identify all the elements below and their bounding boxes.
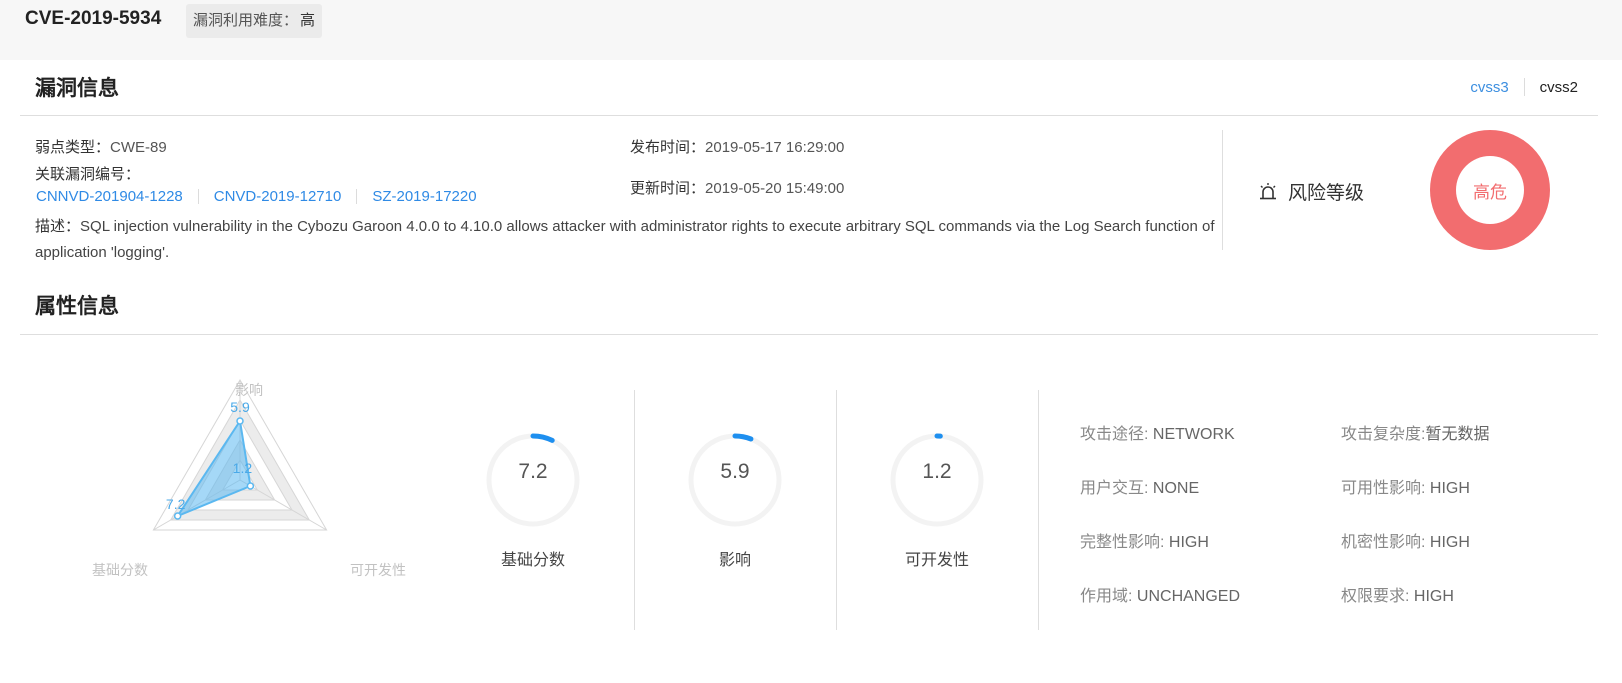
attr-availability-impact: 可用性影响: HIGH	[1341, 474, 1470, 498]
radar-svg: 5.9 7.2 1.2	[152, 378, 328, 531]
alarm-icon	[1260, 182, 1276, 199]
published-label: 发布时间：	[630, 139, 706, 156]
tab-divider	[1523, 78, 1525, 96]
gauge-progress-arc	[732, 433, 754, 442]
attr-label: 作用域:	[1080, 588, 1137, 605]
gauge-divider	[634, 390, 635, 630]
attr-value: 暂无数据	[1425, 426, 1490, 443]
attr-attack-vector: 攻击途径: NETWORK	[1080, 420, 1235, 444]
attr-attack-complexity: 攻击复杂度:暂无数据	[1341, 420, 1489, 444]
gauge-base-score: 7.2 基础分数	[468, 430, 598, 570]
radar-point	[236, 417, 244, 425]
radar-chart: 5.9 7.2 1.2 影响 基础分数 可开发性	[80, 370, 420, 595]
description-text: SQL injection vulnerability in the Cyboz…	[35, 218, 1215, 261]
related-id-link[interactable]: CNVD-2019-12710	[214, 188, 342, 205]
gauge-value: 7.2	[518, 460, 548, 483]
attr-value: HIGH	[1429, 480, 1470, 497]
attr-value: HIGH	[1413, 588, 1454, 605]
published-time: 发布时间：2019-05-17 16:29:00	[630, 136, 844, 157]
radar-axis-label: 基础分数	[92, 562, 148, 578]
related-ids-label: 关联漏洞编号：	[35, 166, 141, 183]
attr-value: HIGH	[1168, 534, 1209, 551]
radar-axis-label: 可开发性	[350, 562, 406, 578]
section-divider	[20, 115, 1598, 116]
gauge-value: 5.9	[720, 460, 750, 483]
attr-label: 完整性影响:	[1080, 534, 1169, 551]
attr-value: HIGH	[1429, 534, 1470, 551]
vuln-info-title: 漏洞信息	[35, 77, 119, 100]
gauge-label: 基础分数	[500, 552, 565, 569]
gauge-exploitability: 1.2 可开发性	[872, 430, 1002, 570]
radar-value-label: 7.2	[166, 496, 186, 512]
attr-value: NETWORK	[1152, 426, 1235, 443]
cvss-tabs: cvss3 cvss2	[1470, 78, 1578, 96]
gauge-value: 1.2	[922, 460, 952, 483]
section-divider	[20, 334, 1598, 335]
attr-label: 权限要求:	[1341, 588, 1414, 605]
attr-user-interaction: 用户交互: NONE	[1080, 474, 1199, 498]
difficulty-label: 漏洞利用难度：	[193, 12, 299, 29]
radar-value-label: 1.2	[233, 460, 253, 476]
attr-scope: 作用域: UNCHANGED	[1080, 582, 1240, 606]
risk-level: 风险等级	[1258, 178, 1364, 205]
attr-label: 机密性影响:	[1341, 534, 1430, 551]
updated-label: 更新时间：	[630, 180, 706, 197]
related-id-link[interactable]: SZ-2019-17220	[372, 188, 476, 205]
difficulty-badge: 漏洞利用难度：高	[186, 4, 323, 38]
radar-point	[173, 512, 182, 520]
radar-axis-label: 影响	[235, 382, 263, 398]
weakness-value: CWE-89	[110, 139, 167, 156]
tab-cvss2[interactable]: cvss2	[1540, 79, 1578, 96]
weakness-type: 弱点类型：CWE-89	[35, 136, 167, 157]
gauge-divider	[1038, 390, 1039, 630]
attr-label: 攻击途径:	[1080, 426, 1153, 443]
attr-confidentiality-impact: 机密性影响: HIGH	[1341, 528, 1470, 552]
attr-value: NONE	[1152, 480, 1200, 497]
radar-point	[246, 482, 255, 490]
tab-cvss3[interactable]: cvss3	[1470, 79, 1508, 96]
weakness-label: 弱点类型：	[35, 139, 111, 156]
related-id-link[interactable]: CNNVD-201904-1228	[36, 188, 183, 205]
gauge-impact: 5.9 影响	[670, 430, 800, 570]
info-divider	[1222, 130, 1223, 250]
attr-info-title: 属性信息	[35, 295, 119, 318]
updated-time: 更新时间：2019-05-20 15:49:00	[630, 177, 844, 198]
published-value: 2019-05-17 16:29:00	[705, 139, 845, 156]
gauge-label: 可开发性	[904, 552, 969, 569]
attr-integrity-impact: 完整性影响: HIGH	[1080, 528, 1209, 552]
header-bar: CVE-2019-5934 漏洞利用难度：高	[0, 0, 1622, 60]
risk-ring: 高危	[1430, 130, 1550, 250]
cve-id: CVE-2019-5934	[25, 8, 162, 29]
difficulty-value: 高	[300, 12, 316, 29]
attr-privileges-required: 权限要求: HIGH	[1341, 582, 1454, 606]
link-divider	[197, 189, 199, 204]
attr-label: 可用性影响:	[1341, 480, 1430, 497]
description: 描述：SQL injection vulnerability in the Cy…	[35, 214, 1230, 266]
risk-level-label: 风险等级	[1288, 183, 1365, 204]
gauge-divider	[836, 390, 837, 630]
risk-value: 高危	[1473, 182, 1507, 202]
gauge-label: 影响	[718, 552, 751, 569]
related-ids: CNNVD-201904-1228 CNVD-2019-12710 SZ-201…	[36, 188, 477, 205]
link-divider	[356, 189, 358, 204]
attr-label: 攻击复杂度:	[1341, 426, 1426, 443]
radar-value-label: 5.9	[230, 399, 250, 415]
attr-value: UNCHANGED	[1136, 588, 1241, 605]
description-label: 描述：	[35, 218, 81, 235]
gauge-progress-arc	[530, 433, 555, 443]
updated-value: 2019-05-20 15:49:00	[705, 180, 845, 197]
attr-label: 用户交互:	[1080, 480, 1153, 497]
